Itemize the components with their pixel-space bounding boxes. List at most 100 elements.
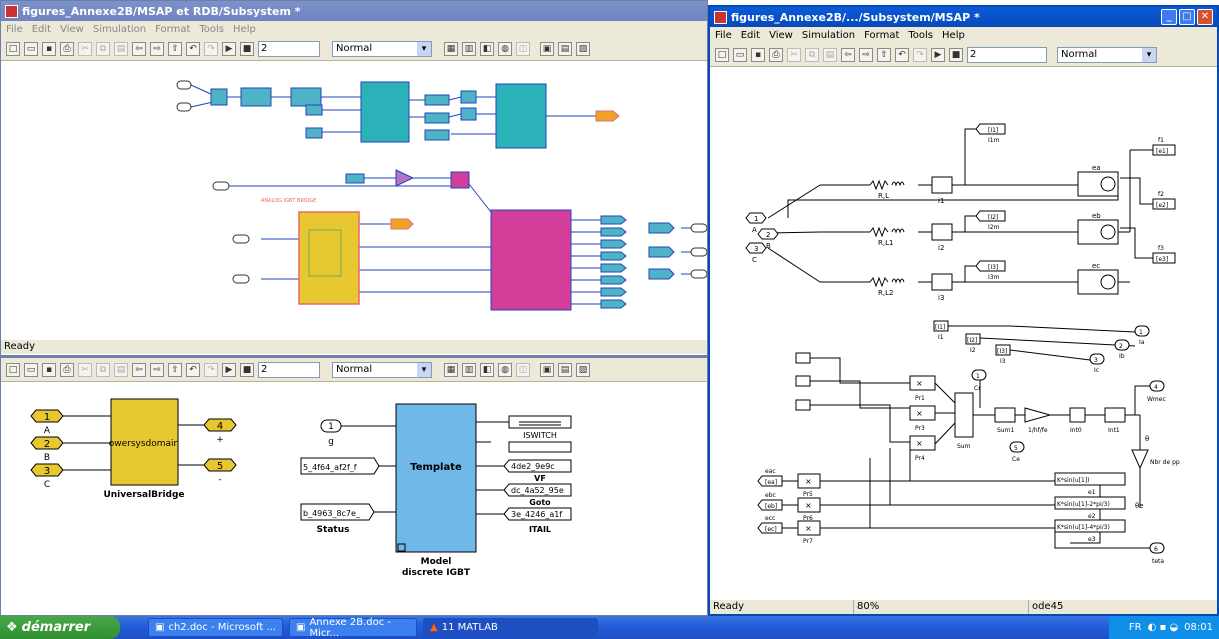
debug-icon[interactable]: ◍ [498,362,512,377]
new-icon[interactable]: □ [6,362,20,377]
menu-simulation[interactable]: Simulation [802,30,855,41]
stop-icon[interactable]: ■ [949,47,963,62]
msap-in-c-name: C [752,256,757,264]
paste-icon[interactable]: ▤ [114,362,128,377]
menu-help[interactable]: Help [942,30,965,41]
undo-icon[interactable]: ↶ [895,47,909,62]
out-ia-name: Ia [1139,339,1145,346]
redo-icon[interactable]: ↷ [204,41,218,56]
msap-in-b-num: 2 [766,231,770,239]
start-button[interactable]: ❖ démarrer [0,616,120,639]
open-icon[interactable]: ▭ [24,362,38,377]
model-explorer-icon[interactable]: ▤ [558,362,572,377]
redo-icon[interactable]: ↷ [913,47,927,62]
template-igbt-block[interactable] [395,403,477,553]
taskbar-item-matlab[interactable]: ▲ 11 MATLAB [423,618,598,637]
play-icon[interactable]: ▶ [222,362,236,377]
taskbar-item-word2[interactable]: ▣ Annexe 2B.doc - Micr... [289,617,417,639]
menu-file[interactable]: File [715,30,732,41]
undo-icon[interactable]: ↶ [186,362,200,377]
back-icon[interactable]: ⇦ [132,362,146,377]
lib-browser-icon[interactable]: ▣ [540,362,554,377]
up-icon[interactable]: ⇧ [168,41,182,56]
stop-icon[interactable]: ■ [240,362,254,377]
copy-icon[interactable]: ⧉ [805,47,819,62]
menu-format[interactable]: Format [864,30,899,41]
menu-help[interactable]: Help [233,24,256,35]
menu-file[interactable]: File [6,24,23,35]
lower-diagram-canvas[interactable]: 1 A 2 B 3 C 4 + 5 - owersysdomain Univer… [1,382,707,614]
paste-icon[interactable]: ▤ [823,47,837,62]
build-icon[interactable]: ▦ [444,41,458,56]
back-icon[interactable]: ⇦ [841,47,855,62]
save-icon[interactable]: ▪ [42,41,56,56]
up-icon[interactable]: ⇧ [877,47,891,62]
menu-simulation[interactable]: Simulation [93,24,146,35]
forward-icon[interactable]: ⇨ [150,41,164,56]
tray-icons[interactable]: ◐ ▪ ◒ [1148,622,1179,633]
build-icon[interactable]: ▦ [444,362,458,377]
menu-view[interactable]: View [60,24,84,35]
menu-edit[interactable]: Edit [741,30,760,41]
sim-mode-select[interactable]: Normal [1057,46,1157,63]
sim-mode-select[interactable]: Normal [332,40,432,57]
new-icon[interactable]: □ [715,47,729,62]
paste-icon[interactable]: ▤ [114,41,128,56]
lang-indicator[interactable]: FR [1129,622,1142,633]
debug-icon[interactable]: ◍ [498,41,512,56]
meas-i3: i3 [938,294,944,302]
back-icon[interactable]: ⇦ [132,41,146,56]
menu-edit[interactable]: Edit [32,24,51,35]
stop-time-input[interactable]: 2 [258,40,320,57]
taskbar-item-word1[interactable]: ▣ ch2.doc - Microsoft ... [148,618,283,637]
redo-icon[interactable]: ↷ [204,362,218,377]
stop-time-input[interactable]: 2 [967,46,1047,63]
hilite-icon[interactable]: ◫ [516,362,530,377]
model-explorer-icon[interactable]: ▤ [558,41,572,56]
play-icon[interactable]: ▶ [931,47,945,62]
copy-icon[interactable]: ⧉ [96,362,110,377]
library-icon[interactable]: ▥ [462,41,476,56]
prod-pr4: Pr4 [915,455,925,462]
maximize-button[interactable]: □ [1179,9,1195,25]
forward-icon[interactable]: ⇨ [859,47,873,62]
close-button[interactable]: ✕ [1197,9,1213,25]
meas-i1: i1 [938,197,944,205]
left-window-titlebar[interactable]: figures_Annexe2B/MSAP et RDB/Subsystem * [1,1,707,21]
menu-tools[interactable]: Tools [199,24,224,35]
cut-icon[interactable]: ✂ [78,362,92,377]
new-icon[interactable]: □ [6,41,20,56]
save-icon[interactable]: ▪ [42,362,56,377]
stop-icon[interactable]: ■ [240,41,254,56]
menu-view[interactable]: View [769,30,793,41]
undo-icon[interactable]: ↶ [186,41,200,56]
cut-icon[interactable]: ✂ [787,47,801,62]
print-icon[interactable]: ⎙ [60,41,74,56]
lib-browser-icon[interactable]: ▣ [540,41,554,56]
left-diagram-canvas[interactable]: ANALOG IGBT BRIDGE [1,62,707,340]
save-icon[interactable]: ▪ [751,47,765,62]
menu-tools[interactable]: Tools [908,30,933,41]
forward-icon[interactable]: ⇨ [150,362,164,377]
cut-icon[interactable]: ✂ [78,41,92,56]
print-icon[interactable]: ⎙ [60,362,74,377]
up-icon[interactable]: ⇧ [168,362,182,377]
find-icon[interactable]: ▧ [576,362,590,377]
explorer-icon[interactable]: ◧ [480,362,494,377]
minimize-button[interactable]: _ [1161,9,1177,25]
open-icon[interactable]: ▭ [24,41,38,56]
sim-mode-select[interactable]: Normal [332,361,432,378]
menu-format[interactable]: Format [155,24,190,35]
play-icon[interactable]: ▶ [222,41,236,56]
explorer-icon[interactable]: ◧ [480,41,494,56]
msap-diagram-canvas[interactable]: 1 A 2 B 3 C R,L R,L1 R,L2 i1 i2 i3 [I1] … [710,68,1217,600]
copy-icon[interactable]: ⧉ [96,41,110,56]
library-icon[interactable]: ▥ [462,362,476,377]
stop-time-input[interactable]: 2 [258,361,320,378]
print-icon[interactable]: ⎙ [769,47,783,62]
open-icon[interactable]: ▭ [733,47,747,62]
find-icon[interactable]: ▧ [576,41,590,56]
hilite-icon[interactable]: ◫ [516,41,530,56]
word-icon: ▣ [296,622,306,633]
msap-titlebar[interactable]: figures_Annexe2B/.../Subsystem/MSAP * _ □… [710,7,1217,27]
